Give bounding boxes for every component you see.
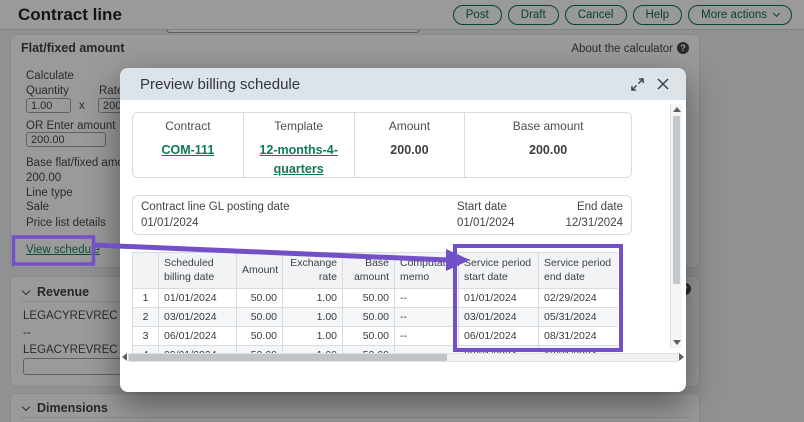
table-cell: -- xyxy=(395,327,459,346)
contract-label: Contract xyxy=(137,119,239,133)
gl-posting-date-value: 01/01/2024 xyxy=(141,217,290,229)
summary-base-amount: Base amount 200.00 xyxy=(465,113,631,177)
summary-template: Template 12-months-4-quarters xyxy=(244,113,355,177)
schedule-table-body: 101/01/202450.001.0050.00--01/01/202402/… xyxy=(133,289,619,353)
table-cell: 1.00 xyxy=(283,308,343,327)
table-cell: 50.00 xyxy=(237,308,283,327)
gl-posting-date-group: Contract line GL posting date 01/01/2024 xyxy=(141,201,290,229)
table-cell: -- xyxy=(395,308,459,327)
close-icon[interactable] xyxy=(654,75,672,93)
expand-icon[interactable] xyxy=(628,75,646,93)
table-cell: 08/31/2024 xyxy=(539,327,619,346)
summary-contract: Contract COM-111 xyxy=(133,113,244,177)
column-header: Scheduled billing date xyxy=(159,253,237,289)
table-cell: 50.00 xyxy=(237,327,283,346)
table-cell: 03/01/2024 xyxy=(159,308,237,327)
column-header: Amount xyxy=(237,253,283,289)
schedule-summary-card: Contract COM-111 Template 12-months-4-qu… xyxy=(132,112,632,178)
vertical-scroll-thumb[interactable] xyxy=(673,116,680,284)
table-cell: 01/01/2024 xyxy=(159,289,237,308)
modal-title: Preview billing schedule xyxy=(140,76,620,93)
schedule-table-head-row: Scheduled billing dateAmountExchange rat… xyxy=(133,253,619,289)
table-cell: 01/01/2024 xyxy=(459,289,539,308)
modal-header: Preview billing schedule xyxy=(120,68,686,100)
summary-amount: Amount 200.00 xyxy=(355,113,466,177)
table-cell: -- xyxy=(395,289,459,308)
table-cell: 05/31/2024 xyxy=(539,308,619,327)
base-amount-label: Base amount xyxy=(469,119,627,133)
row-number: 1 xyxy=(133,289,159,308)
table-cell: 06/01/2024 xyxy=(459,327,539,346)
horizontal-scroll-track[interactable] xyxy=(128,353,678,362)
base-amount-value: 200.00 xyxy=(529,143,567,157)
scroll-up-icon[interactable] xyxy=(673,107,681,112)
billing-schedule-table: Scheduled billing dateAmountExchange rat… xyxy=(132,252,618,353)
vertical-scrollbar[interactable] xyxy=(670,104,682,348)
start-date-group: Start date 01/01/2024 xyxy=(457,201,515,229)
column-header: Computation memo xyxy=(395,253,459,289)
column-header: Service period start date xyxy=(459,253,539,289)
end-date-group: End date 12/31/2024 xyxy=(565,201,623,229)
table-cell: 02/29/2024 xyxy=(539,289,619,308)
horizontal-scrollbar[interactable] xyxy=(122,352,684,362)
scroll-right-icon[interactable] xyxy=(679,353,684,361)
start-date-value: 01/01/2024 xyxy=(457,217,515,229)
table-cell: 50.00 xyxy=(343,308,395,327)
column-header: Base amount xyxy=(343,253,395,289)
table-cell: 1.00 xyxy=(283,289,343,308)
schedule-dates-card: Contract line GL posting date 01/01/2024… xyxy=(132,195,632,235)
table-cell: 1.00 xyxy=(283,327,343,346)
preview-billing-schedule-modal: Preview billing schedule Contract COM-11… xyxy=(120,68,686,392)
template-link[interactable]: 12-months-4-quarters xyxy=(248,141,350,178)
template-label: Template xyxy=(248,119,350,133)
column-header: Service period end date xyxy=(539,253,619,289)
gl-posting-date-label: Contract line GL posting date xyxy=(141,201,290,213)
scroll-down-icon[interactable] xyxy=(673,340,681,345)
row-number: 3 xyxy=(133,327,159,346)
table-cell: 50.00 xyxy=(343,327,395,346)
amount-label: Amount xyxy=(359,119,461,133)
column-header xyxy=(133,253,159,289)
schedule-table-container: Scheduled billing dateAmountExchange rat… xyxy=(132,252,618,353)
table-row: 306/01/202450.001.0050.00--06/01/202408/… xyxy=(133,327,619,346)
table-cell: 03/01/2024 xyxy=(459,308,539,327)
table-row: 101/01/202450.001.0050.00--01/01/202402/… xyxy=(133,289,619,308)
end-date-label: End date xyxy=(565,201,623,213)
contract-link[interactable]: COM-111 xyxy=(161,141,214,160)
column-header: Exchange rate xyxy=(283,253,343,289)
end-date-value: 12/31/2024 xyxy=(565,217,623,229)
screen: Contract line Post Draft Cancel Help Mor… xyxy=(0,0,804,422)
scroll-left-icon[interactable] xyxy=(122,353,127,361)
table-cell: 50.00 xyxy=(237,289,283,308)
table-cell: 50.00 xyxy=(343,289,395,308)
amount-value: 200.00 xyxy=(390,143,428,157)
start-date-label: Start date xyxy=(457,201,515,213)
table-cell: 06/01/2024 xyxy=(159,327,237,346)
row-number: 2 xyxy=(133,308,159,327)
horizontal-scroll-thumb[interactable] xyxy=(129,354,447,361)
table-row: 203/01/202450.001.0050.00--03/01/202405/… xyxy=(133,308,619,327)
